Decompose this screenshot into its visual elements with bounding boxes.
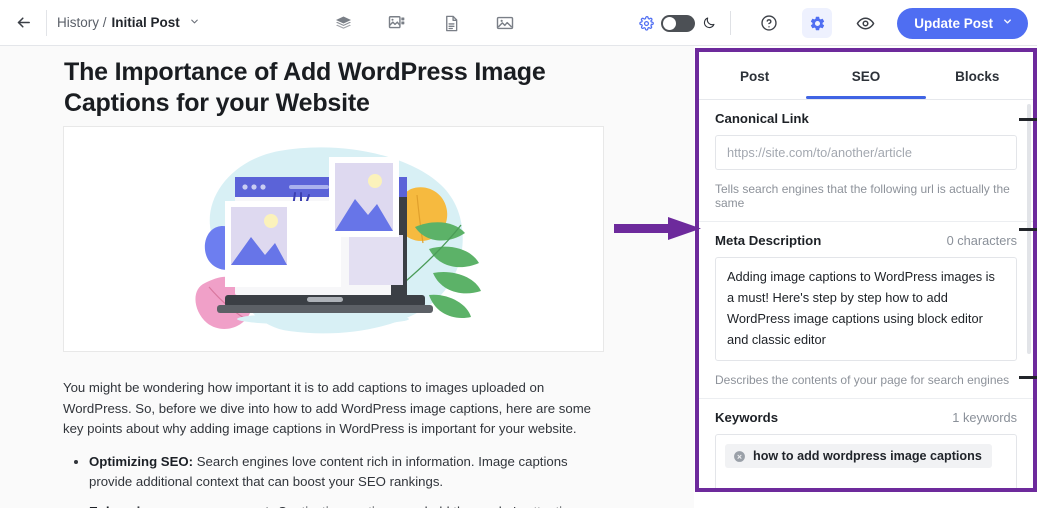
tab-post[interactable]: Post — [699, 52, 810, 99]
illustration-laptop-image-captions — [99, 137, 569, 342]
tab-seo[interactable]: SEO — [810, 52, 921, 99]
keyword-chip[interactable]: how to add wordpress image captions — [725, 444, 992, 468]
annotation-highlight-box: Post SEO Blocks Canonical Link https://s… — [695, 48, 1037, 492]
update-post-button[interactable]: Update Post — [897, 8, 1028, 39]
panel-tabs: Post SEO Blocks — [699, 52, 1033, 100]
help-circle-icon[interactable] — [754, 8, 784, 38]
dark-mode-toggle[interactable] — [661, 15, 695, 32]
list-item: Optimizing SEO: Search engines love cont… — [89, 452, 604, 493]
bullet-lead: Optimizing SEO: — [89, 454, 193, 469]
body-bullet-list: Optimizing SEO: Search engines love cont… — [89, 452, 604, 508]
update-post-label: Update Post — [914, 16, 993, 31]
article-body[interactable]: You might be wondering how important it … — [63, 378, 604, 508]
keywords-counter: 1 keywords — [952, 410, 1017, 425]
keyword-chip-label: how to add wordpress image captions — [753, 449, 982, 463]
editor-tools — [330, 0, 518, 46]
toolbar-divider-2 — [730, 11, 731, 35]
canonical-link-section: Canonical Link https://site.com/to/anoth… — [699, 100, 1033, 222]
moon-icon[interactable] — [702, 16, 716, 30]
keywords-title: Keywords — [715, 410, 778, 425]
settings-gear-icon[interactable] — [802, 8, 832, 38]
close-circle-icon[interactable] — [733, 450, 746, 463]
list-item: Enhancing user engagement: Captivating c… — [89, 502, 604, 508]
meta-description-header: Meta Description 0 characters — [699, 222, 1033, 257]
top-toolbar: History / Initial Post — [0, 0, 1037, 46]
page-title[interactable]: The Importance of Add WordPress Image Ca… — [63, 56, 608, 120]
collapse-handle-meta[interactable] — [1019, 228, 1037, 231]
keywords-section: Keywords 1 keywords how to add wordpress… — [699, 399, 1033, 488]
tab-seo-label: SEO — [852, 69, 881, 84]
keywords-header: Keywords 1 keywords — [699, 399, 1033, 434]
toolbar-divider — [46, 10, 47, 36]
chevron-down-icon[interactable] — [1002, 16, 1013, 30]
chevron-down-icon[interactable] — [189, 16, 200, 30]
meta-description-title: Meta Description — [715, 233, 821, 248]
collapse-handle-canonical[interactable] — [1019, 118, 1037, 121]
canonical-link-title: Canonical Link — [715, 111, 809, 126]
collapse-handle-keywords[interactable] — [1019, 376, 1037, 379]
editor-canvas[interactable]: The Importance of Add WordPress Image Ca… — [0, 46, 694, 508]
arrow-left-icon — [15, 14, 32, 31]
bullet-lead: Enhancing user engagement: — [89, 504, 274, 508]
canonical-link-input[interactable]: https://site.com/to/another/article — [715, 135, 1017, 170]
breadcrumb[interactable]: History / Initial Post — [57, 15, 200, 30]
arrow-right-icon — [614, 216, 702, 242]
media-gallery-icon[interactable] — [384, 10, 410, 36]
canonical-link-hint: Tells search engines that the following … — [699, 182, 1033, 221]
seo-sidebar-panel[interactable]: Post SEO Blocks Canonical Link https://s… — [699, 52, 1033, 488]
layers-icon[interactable] — [330, 10, 356, 36]
document-icon[interactable] — [438, 10, 464, 36]
image-icon[interactable] — [492, 10, 518, 36]
breadcrumb-current: Initial Post — [112, 15, 180, 30]
back-button[interactable] — [6, 6, 40, 40]
body-paragraph: You might be wondering how important it … — [63, 378, 604, 440]
meta-description-hint: Describes the contents of your page for … — [699, 373, 1033, 398]
gear-icon[interactable] — [639, 16, 654, 31]
tab-blocks[interactable]: Blocks — [922, 52, 1033, 99]
breadcrumb-prefix: History / — [57, 15, 107, 30]
canonical-link-header: Canonical Link — [699, 100, 1033, 135]
meta-description-counter: 0 characters — [947, 233, 1017, 248]
eye-icon[interactable] — [850, 8, 880, 38]
theme-switcher[interactable] — [639, 15, 716, 32]
tab-blocks-label: Blocks — [955, 69, 999, 84]
annotation-arrow — [614, 216, 702, 242]
featured-image-block[interactable] — [63, 126, 604, 352]
topbar-right-group: Update Post — [639, 0, 1028, 46]
meta-description-section: Meta Description 0 characters Adding ima… — [699, 222, 1033, 399]
toggle-knob — [663, 17, 676, 30]
keywords-input-area[interactable]: how to add wordpress image captions — [715, 434, 1017, 488]
tab-post-label: Post — [740, 69, 769, 84]
meta-description-textarea[interactable]: Adding image captions to WordPress image… — [715, 257, 1017, 361]
